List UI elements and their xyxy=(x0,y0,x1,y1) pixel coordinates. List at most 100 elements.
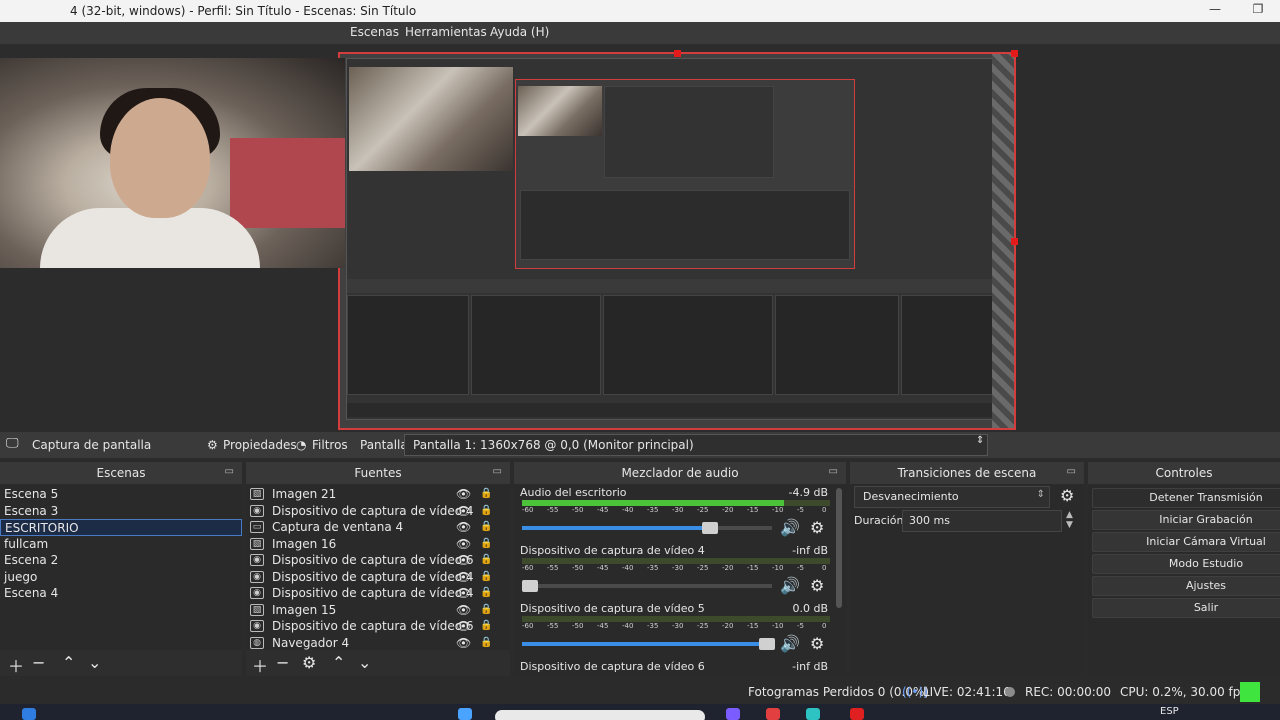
lock-icon[interactable]: 🔒 xyxy=(480,536,492,553)
eye-icon[interactable]: 👁 xyxy=(456,602,471,619)
volume-slider-handle[interactable] xyxy=(759,638,775,650)
eye-icon[interactable]: 👁 xyxy=(456,486,471,503)
filters-button[interactable]: Filtros xyxy=(312,438,348,452)
channel-gear-icon[interactable]: ⚙ xyxy=(810,576,824,595)
transition-gear-icon[interactable]: ⚙ xyxy=(1060,486,1074,505)
source-item[interactable]: ◉ Dispositivo de captura de vídeo 4 👁 🔒 xyxy=(246,503,510,520)
lock-icon[interactable]: 🔒 xyxy=(480,569,492,586)
menu-ayuda[interactable]: Ayuda (H) xyxy=(490,25,549,39)
channel-name: Audio del escritorio xyxy=(520,486,627,499)
scene-item[interactable]: Escena 5 xyxy=(0,486,242,503)
scene-item[interactable]: fullcam xyxy=(0,536,242,553)
source-item[interactable]: ▭ Captura de ventana 4 👁 🔒 xyxy=(246,519,510,536)
meter-tick-label: 0 xyxy=(822,506,827,514)
channel-gear-icon[interactable]: ⚙ xyxy=(810,518,824,537)
move-up-icon[interactable]: ⌃ xyxy=(62,653,75,672)
dock-menu-icon[interactable]: ▭ xyxy=(493,466,502,477)
menu-escenas[interactable]: Escenas xyxy=(350,25,399,39)
move-down-icon[interactable]: ⌄ xyxy=(88,653,101,672)
taskbar-app-icon[interactable] xyxy=(806,708,820,720)
exit-button[interactable]: Salir xyxy=(1092,598,1280,618)
volume-slider[interactable] xyxy=(522,638,775,650)
dock-menu-icon[interactable]: ▭ xyxy=(225,466,234,477)
eye-icon[interactable]: 👁 xyxy=(456,618,471,635)
preview-area[interactable] xyxy=(0,44,1280,432)
source-item[interactable]: ◉ Dispositivo de captura de vídeo 4 👁 🔒 xyxy=(246,569,510,586)
source-item[interactable]: ▧ Imagen 15 👁 🔒 xyxy=(246,602,510,619)
resize-handle-top[interactable] xyxy=(674,50,681,57)
scene-item[interactable]: Escena 2 xyxy=(0,552,242,569)
menu-herramientas[interactable]: Herramientas xyxy=(405,25,487,39)
minimize-button[interactable]: — xyxy=(1200,2,1230,20)
nested-window-2 xyxy=(604,86,774,178)
add-source-button[interactable]: ＋ xyxy=(252,653,268,677)
lock-icon[interactable]: 🔒 xyxy=(480,519,492,536)
resize-handle-top-right[interactable] xyxy=(1011,50,1018,57)
nested-preview-screen xyxy=(346,58,995,420)
resize-handle-right[interactable] xyxy=(1011,238,1018,245)
source-properties-gear-icon[interactable]: ⚙ xyxy=(302,653,316,672)
source-item[interactable]: ▧ Imagen 21 👁 🔒 xyxy=(246,486,510,503)
studio-mode-button[interactable]: Modo Estudio xyxy=(1092,554,1280,574)
lock-icon[interactable]: 🔒 xyxy=(480,602,492,619)
speaker-icon[interactable]: 🔊 xyxy=(780,576,800,595)
eye-icon[interactable]: 👁 xyxy=(456,552,471,569)
taskbar-search[interactable] xyxy=(495,710,705,720)
speaker-icon[interactable]: 🔊 xyxy=(780,518,800,537)
speaker-icon[interactable]: 🔊 xyxy=(780,634,800,653)
properties-button[interactable]: Propiedades xyxy=(223,438,297,452)
chevron-updown-icon[interactable]: ⇕ xyxy=(976,435,984,446)
source-item[interactable]: ▧ Imagen 16 👁 🔒 xyxy=(246,536,510,553)
remove-source-button[interactable]: − xyxy=(276,653,289,672)
scene-item[interactable]: juego xyxy=(0,569,242,586)
dock-menu-icon[interactable]: ▭ xyxy=(1067,466,1076,477)
eye-icon[interactable]: 👁 xyxy=(456,503,471,520)
transition-select[interactable]: Desvanecimiento ⇕ xyxy=(854,486,1050,508)
remove-scene-button[interactable]: − xyxy=(32,653,45,672)
add-scene-button[interactable]: ＋ xyxy=(8,653,24,677)
taskbar-app-icon[interactable] xyxy=(726,708,740,720)
eye-icon[interactable]: 👁 xyxy=(456,585,471,602)
source-item[interactable]: ◉ Dispositivo de captura de vídeo 6 👁 🔒 xyxy=(246,618,510,635)
settings-button[interactable]: Ajustes xyxy=(1092,576,1280,596)
duration-input[interactable]: 300 ms xyxy=(902,510,1062,532)
dock-menu-icon[interactable]: ▭ xyxy=(829,466,838,477)
preview-canvas[interactable] xyxy=(336,50,1018,430)
lock-icon[interactable]: 🔒 xyxy=(480,486,492,503)
source-item[interactable]: ◉ Dispositivo de captura de vídeo 6 👁 🔒 xyxy=(246,552,510,569)
eye-icon[interactable]: 👁 xyxy=(456,569,471,586)
scene-item[interactable]: Escena 4 xyxy=(0,585,242,602)
meter-tick-label: -10 xyxy=(772,506,784,514)
lock-icon[interactable]: 🔒 xyxy=(480,552,492,569)
eye-icon[interactable]: 👁 xyxy=(456,536,471,553)
taskbar-app-icon[interactable] xyxy=(458,708,472,720)
lock-icon[interactable]: 🔒 xyxy=(480,585,492,602)
display-select[interactable]: Pantalla 1: 1360x768 @ 0,0 (Monitor prin… xyxy=(404,434,988,456)
eye-icon[interactable]: 👁 xyxy=(456,635,471,652)
lock-icon[interactable]: 🔒 xyxy=(480,635,492,652)
start-recording-button[interactable]: Iniciar Grabación xyxy=(1092,510,1280,530)
eye-icon[interactable]: 👁 xyxy=(456,519,471,536)
scene-item-selected[interactable]: ESCRITORIO xyxy=(0,519,242,536)
volume-slider[interactable] xyxy=(522,580,772,592)
mixer-scrollbar[interactable] xyxy=(836,488,842,608)
maximize-button[interactable]: ❐ xyxy=(1243,2,1273,20)
start-virtual-camera-button[interactable]: Iniciar Cámara Virtual xyxy=(1092,532,1280,552)
volume-slider[interactable] xyxy=(522,522,772,534)
lock-icon[interactable]: 🔒 xyxy=(480,503,492,520)
source-item[interactable]: ◍ Navegador 4 👁 🔒 xyxy=(246,635,510,652)
source-item[interactable]: ◉ Dispositivo de captura de vídeo 4 👁 🔒 xyxy=(246,585,510,602)
move-up-icon[interactable]: ⌃ xyxy=(332,653,345,672)
language-indicator[interactable]: ESP xyxy=(1160,706,1179,717)
channel-gear-icon[interactable]: ⚙ xyxy=(810,634,824,653)
taskbar-app-icon[interactable] xyxy=(766,708,780,720)
stop-streaming-button[interactable]: Detener Transmisión xyxy=(1092,488,1280,508)
scene-item[interactable]: Escena 3 xyxy=(0,503,242,520)
volume-slider-handle[interactable] xyxy=(701,522,718,534)
move-down-icon[interactable]: ⌄ xyxy=(358,653,371,672)
windows-start-icon[interactable] xyxy=(22,708,36,720)
duration-spinner[interactable]: ▲ ▼ xyxy=(1066,510,1073,530)
volume-slider-handle[interactable] xyxy=(522,580,538,592)
lock-icon[interactable]: 🔒 xyxy=(480,618,492,635)
obs-taskbar-icon[interactable] xyxy=(850,708,864,720)
